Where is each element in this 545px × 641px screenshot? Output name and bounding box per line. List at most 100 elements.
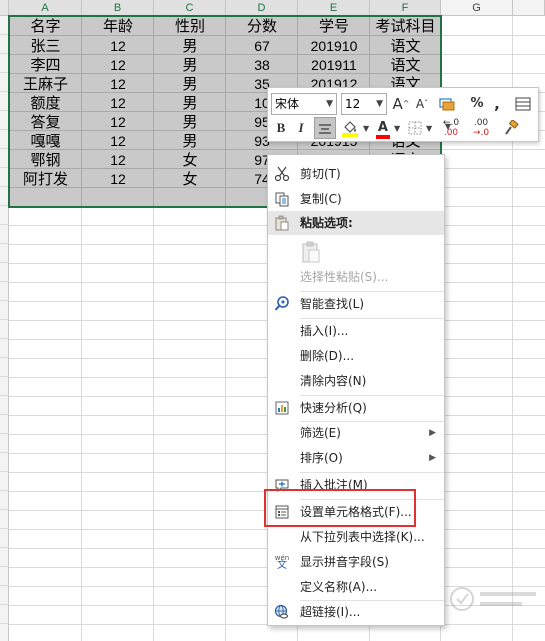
row-header[interactable] xyxy=(0,605,9,624)
font-color-button[interactable]: A ▼ xyxy=(374,117,402,139)
table-cell[interactable]: 女 xyxy=(154,170,226,189)
table-cell[interactable]: 阿打发 xyxy=(9,170,82,189)
column-header-d[interactable]: D xyxy=(226,0,298,16)
comma-style-button[interactable]: , xyxy=(490,93,504,115)
font-name-combo[interactable]: 宋体 ▼ xyxy=(271,93,337,115)
menu-item-copy[interactable]: 复制(C) xyxy=(268,187,444,211)
menu-item-filter[interactable]: 筛选(E) ▶ xyxy=(268,421,444,445)
table-cell[interactable]: 张三 xyxy=(9,37,82,56)
table-cell[interactable]: 201911 xyxy=(298,56,370,75)
table-cell[interactable]: 12 xyxy=(82,56,154,75)
row-header[interactable] xyxy=(0,586,9,605)
column-header-e[interactable]: E xyxy=(298,0,370,16)
row-header[interactable] xyxy=(0,263,9,282)
number-format-button[interactable]: ▼ xyxy=(435,93,461,131)
format-painter-button[interactable] xyxy=(500,117,522,139)
center-align-button[interactable] xyxy=(314,117,336,139)
table-cell[interactable]: 嘎嘎 xyxy=(9,132,82,151)
menu-item-sort[interactable]: 排序(O) ▶ xyxy=(268,446,444,470)
table-cell[interactable]: 12 xyxy=(82,132,154,151)
table-cell[interactable]: 额度 xyxy=(9,94,82,113)
table-cell[interactable]: 38 xyxy=(226,56,298,75)
menu-item-pick-from-list[interactable]: 从下拉列表中选择(K)... xyxy=(268,525,444,549)
header-cell-gender[interactable]: 性别 xyxy=(154,17,226,36)
header-cell-name[interactable]: 名字 xyxy=(9,17,82,36)
menu-item-show-phonetic[interactable]: wén 文 显示拼音字段(S) xyxy=(268,550,444,574)
increase-decimal-button[interactable]: .00 →.0 xyxy=(468,117,494,139)
table-cell[interactable]: 鄂钢 xyxy=(9,151,82,170)
row-header[interactable] xyxy=(0,453,9,472)
menu-item-insert[interactable]: 插入(I)... xyxy=(268,319,444,343)
italic-button[interactable]: I xyxy=(292,117,310,139)
row-header[interactable] xyxy=(0,624,9,641)
shrink-font-button[interactable]: Aˇ xyxy=(413,93,431,115)
table-cell[interactable]: 李四 xyxy=(9,56,82,75)
paste-option-button[interactable] xyxy=(298,239,324,265)
row-header[interactable] xyxy=(0,358,9,377)
row-header[interactable] xyxy=(0,320,9,339)
table-cell[interactable]: 男 xyxy=(154,132,226,151)
row-header[interactable] xyxy=(0,510,9,529)
menu-item-delete[interactable]: 删除(D)... xyxy=(268,344,444,368)
table-cell[interactable]: 男 xyxy=(154,75,226,94)
row-header[interactable] xyxy=(0,548,9,567)
table-cell[interactable]: 答复 xyxy=(9,113,82,132)
row-header[interactable] xyxy=(0,472,9,491)
table-cell[interactable]: 12 xyxy=(82,170,154,189)
decrease-decimal-button[interactable]: ←.0 .00 xyxy=(438,117,464,139)
row-header[interactable] xyxy=(0,567,9,586)
row-header[interactable] xyxy=(0,415,9,434)
font-size-combo[interactable]: 12 ▼ xyxy=(341,93,387,115)
table-cell[interactable]: 男 xyxy=(154,113,226,132)
grow-font-button[interactable]: A^ xyxy=(392,93,410,115)
menu-item-smart-lookup[interactable]: 智能查找(L) xyxy=(268,292,444,316)
header-cell-age[interactable]: 年龄 xyxy=(82,17,154,36)
fill-color-button[interactable]: ▼ xyxy=(340,117,370,139)
row-header[interactable] xyxy=(0,434,9,453)
column-header-b[interactable]: B xyxy=(82,0,154,16)
table-cell[interactable]: 语文 xyxy=(370,56,441,75)
menu-item-cut[interactable]: 剪切(T) xyxy=(268,162,444,186)
select-all-corner[interactable] xyxy=(0,0,9,16)
table-cell[interactable]: 201910 xyxy=(298,37,370,56)
menu-item-define-name[interactable]: 定义名称(A)... xyxy=(268,575,444,599)
menu-item-clear-contents[interactable]: 清除内容(N) xyxy=(268,369,444,393)
bold-button[interactable]: B xyxy=(272,117,290,139)
column-header-a[interactable]: A xyxy=(9,0,82,16)
borders-button[interactable]: ▼ xyxy=(406,117,434,139)
header-cell-student-id[interactable]: 学号 xyxy=(298,17,370,36)
table-cell[interactable]: 男 xyxy=(154,56,226,75)
table-cell[interactable]: 男 xyxy=(154,94,226,113)
percent-style-button[interactable]: % xyxy=(468,93,486,115)
row-header[interactable] xyxy=(0,529,9,548)
row-header[interactable] xyxy=(0,396,9,415)
table-cell[interactable]: 语文 xyxy=(370,37,441,56)
row-header[interactable] xyxy=(0,491,9,510)
row-header[interactable] xyxy=(0,377,9,396)
column-header-g[interactable]: G xyxy=(441,0,513,16)
column-header-f[interactable]: F xyxy=(370,0,441,16)
header-cell-score[interactable]: 分数 xyxy=(226,17,298,36)
row-header[interactable] xyxy=(0,301,9,320)
column-header-h[interactable] xyxy=(513,0,545,16)
table-cell[interactable]: 12 xyxy=(82,37,154,56)
table-cell[interactable]: 67 xyxy=(226,37,298,56)
row-header[interactable] xyxy=(0,225,9,244)
table-cell[interactable]: 王麻子 xyxy=(9,75,82,94)
column-header-c[interactable]: C xyxy=(154,0,226,16)
table-cell[interactable]: 男 xyxy=(154,37,226,56)
row-header[interactable] xyxy=(0,244,9,263)
table-cell[interactable]: 12 xyxy=(82,75,154,94)
table-cell[interactable]: 女 xyxy=(154,151,226,170)
row-header[interactable] xyxy=(0,206,9,225)
table-cell[interactable]: 12 xyxy=(82,113,154,132)
table-cell[interactable]: 12 xyxy=(82,94,154,113)
header-cell-subject[interactable]: 考试科目 xyxy=(370,17,441,36)
row-header[interactable] xyxy=(0,339,9,358)
menu-item-hyperlink[interactable]: 超链接(I)... xyxy=(268,600,444,624)
menu-item-quick-analysis[interactable]: 快速分析(Q) xyxy=(268,396,444,420)
row-header[interactable] xyxy=(0,282,9,301)
format-table-button[interactable] xyxy=(512,93,534,115)
scissors-icon xyxy=(274,166,290,182)
table-cell[interactable]: 12 xyxy=(82,151,154,170)
